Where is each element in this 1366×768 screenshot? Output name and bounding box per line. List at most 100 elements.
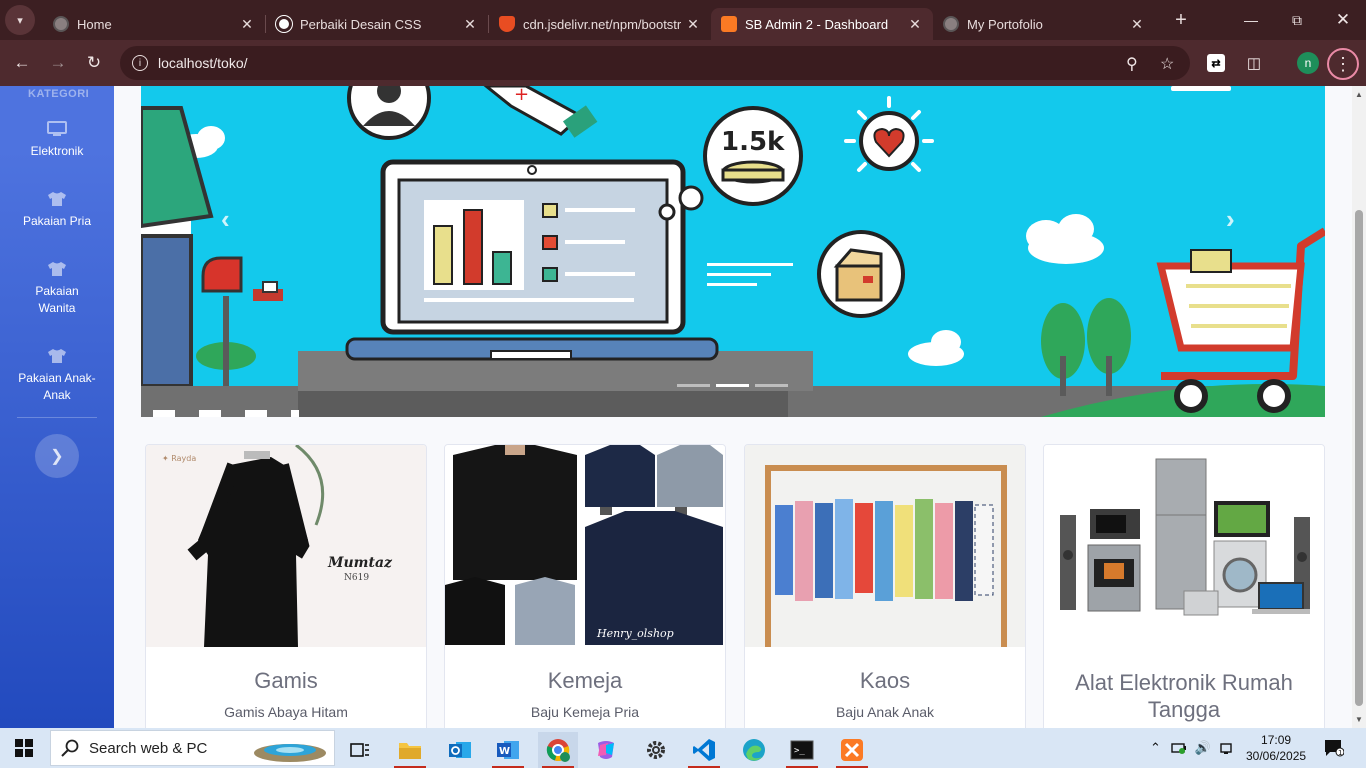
outlook-icon[interactable] [440,732,480,768]
close-icon[interactable]: ✕ [239,16,255,33]
sidebar-item-label: Pakaian Wanita [35,284,79,315]
product-card-alat-elektronik[interactable]: Alat Elektronik Rumah Tangga [1043,444,1325,728]
copilot-icon[interactable] [586,732,626,768]
vscode-icon[interactable] [684,732,724,768]
search-icon [61,739,79,757]
restore-button[interactable]: ⧉ [1274,0,1320,40]
clock-time: 17:09 [1261,733,1292,747]
minimize-button[interactable]: — [1228,0,1274,40]
tab-label: cdn.jsdelivr.net/npm/bootstr [523,16,682,32]
search-placeholder: Search web & PC [89,739,208,757]
tab-sb-admin[interactable]: SB Admin 2 - Dashboard ✕ [711,8,933,40]
sidebar-item-label: Pakaian Pria [22,214,92,228]
volume-icon[interactable]: 🔊 [1195,740,1211,756]
tab-label: Home [77,16,112,32]
page-scrollbar[interactable]: ▲ ▼ [1352,86,1366,728]
openai-icon [276,16,292,32]
address-bar[interactable]: i localhost/toko/ ⚲ ☆ [120,46,1190,80]
close-icon[interactable]: ✕ [1129,16,1145,33]
chevron-up-icon[interactable]: ⌃ [1150,740,1161,756]
forward-button[interactable]: → [40,45,76,81]
notification-center-icon[interactable]: 1 [1324,728,1344,768]
word-icon[interactable]: W [488,732,528,768]
search-highlight-image [254,744,326,762]
taskbar-search-box[interactable]: Search web & PC [50,730,335,766]
file-explorer-icon[interactable] [390,732,430,768]
start-button[interactable] [0,728,48,768]
tab-jsdelivr[interactable]: cdn.jsdelivr.net/npm/bootstr ✕ [489,8,711,40]
chrome-icon[interactable] [538,732,578,768]
product-card-kaos[interactable]: Kaos Baju Anak Anak [744,444,1026,728]
scroll-down-icon[interactable]: ▼ [1355,715,1363,724]
tab-my-portofolio[interactable]: My Portofolio ✕ [933,8,1155,40]
sidebar-toggle-button[interactable]: ❯ [35,434,79,478]
page-viewport: KATEGORI Elektronik Pakaian Pria Pakaian… [0,86,1352,728]
close-icon[interactable]: ✕ [685,16,701,33]
banner-badge-text: 1.5k [721,127,785,157]
carousel-next-button[interactable]: › [1226,204,1235,235]
tshirt-icon [0,191,114,207]
product-title: Kemeja [547,668,623,693]
menu-kebab-icon[interactable]: ⋮ [1327,48,1359,80]
scroll-up-icon[interactable]: ▲ [1355,90,1363,99]
sidebar-item-pakaian-pria[interactable]: Pakaian Pria [0,191,114,230]
carousel-indicators [677,384,788,387]
tshirt-icon [22,261,92,277]
profile-avatar[interactable]: n [1297,52,1319,74]
back-button[interactable]: ← [4,45,40,81]
close-icon[interactable]: ✕ [462,16,478,33]
sidebar-item-pakaian-wanita[interactable]: Pakaian Wanita [0,261,114,317]
product-image: ✦ Rayda Mumtaz N619 [146,445,426,647]
sidebar-heading: KATEGORI [28,88,90,100]
settings-gear-icon[interactable] [636,732,676,768]
url-text: localhost/toko/ [158,55,248,71]
shield-icon [499,16,515,32]
svg-text:>_: >_ [794,746,805,756]
network-icon[interactable] [1219,741,1233,755]
bookmark-star-icon[interactable]: ☆ [1160,54,1174,74]
globe-icon [53,16,69,32]
extension-icon[interactable]: ⇄ [1207,54,1225,72]
sidebar-item-elektronik[interactable]: Elektronik [0,121,114,160]
carousel-indicator-active[interactable] [716,384,749,387]
product-image [1044,445,1324,647]
extensions-puzzle-icon[interactable]: ◫ [1243,52,1265,74]
task-view-icon[interactable] [340,732,380,768]
reload-button[interactable]: ↻ [76,45,112,81]
svg-text:✦ Rayda: ✦ Rayda [162,454,196,463]
sidebar-item-pakaian-anak[interactable]: Pakaian Anak-Anak [0,348,114,404]
scrollbar-thumb[interactable] [1355,210,1363,706]
close-window-button[interactable]: ✕ [1320,0,1366,40]
sidebar-divider [17,417,97,418]
tshirt-icon [12,348,102,364]
new-tab-button[interactable]: + [1167,9,1195,32]
battery-icon[interactable] [1171,741,1187,755]
product-card-kemeja[interactable]: Henry_olshop Kemeja Baju Kemeja Pria [444,444,726,728]
image-subcaption: N619 [344,573,369,583]
xampp-icon [721,16,737,32]
desktop-icon [0,121,114,137]
tab-search-button[interactable]: ▾ [5,5,35,35]
close-icon[interactable]: ✕ [907,16,923,33]
terminal-icon[interactable]: >_ [782,732,822,768]
edge-icon[interactable] [734,732,774,768]
zoom-icon[interactable]: ⚲ [1126,54,1138,74]
xampp-icon[interactable] [832,732,872,768]
carousel-indicator[interactable] [755,384,788,387]
tab-perbaiki-desain[interactable]: Perbaiki Desain CSS ✕ [266,8,488,40]
tab-home[interactable]: Home ✕ [43,8,265,40]
product-title: Alat Elektronik Rumah Tangga [1075,670,1293,722]
tab-label: My Portofolio [967,16,1043,32]
profile-initial: n [1304,56,1312,70]
product-card-gamis[interactable]: ✦ Rayda Mumtaz N619 Gamis Gamis Abaya Hi… [145,444,427,728]
clock[interactable]: 17:09 30/06/2025 [1246,728,1306,768]
tab-label: Perbaiki Desain CSS [300,16,422,32]
site-info-icon[interactable]: i [132,55,148,71]
carousel-prev-button[interactable]: ‹ [221,204,230,235]
carousel-indicator[interactable] [677,384,710,387]
product-title: Gamis [254,668,318,693]
image-caption: Mumtaz [327,555,393,571]
product-image [745,445,1025,647]
sidebar: KATEGORI Elektronik Pakaian Pria Pakaian… [0,86,114,728]
svg-text:1: 1 [1338,749,1342,757]
